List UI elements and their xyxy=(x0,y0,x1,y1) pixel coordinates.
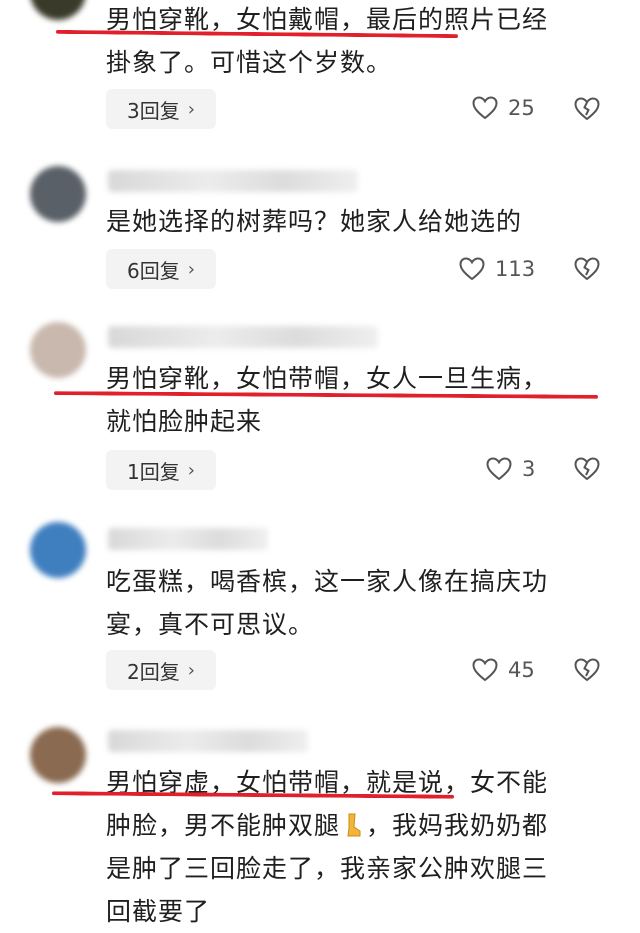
like-button[interactable]: 113 xyxy=(459,257,535,281)
broken-heart-icon xyxy=(574,257,600,281)
avatar[interactable] xyxy=(30,322,86,378)
like-count: 25 xyxy=(508,96,535,120)
dislike-button[interactable] xyxy=(574,257,600,285)
like-button[interactable]: 3 xyxy=(486,457,535,481)
heart-icon xyxy=(459,257,485,281)
comment-line: 肿脸，男不能肿双腿 ，我妈我奶奶都 xyxy=(106,804,616,847)
reply-button[interactable]: 3回复 › xyxy=(106,89,216,129)
chevron-right-icon: › xyxy=(187,258,195,280)
broken-heart-icon xyxy=(574,97,600,121)
dislike-button[interactable] xyxy=(574,658,600,686)
like-count: 113 xyxy=(495,257,536,281)
heart-icon xyxy=(472,658,498,682)
broken-heart-icon xyxy=(574,658,600,682)
comment-line: 回截要了 xyxy=(106,897,211,926)
like-count: 3 xyxy=(522,457,536,481)
chevron-right-icon: › xyxy=(187,459,195,481)
dislike-button[interactable] xyxy=(574,97,600,125)
reply-count: 3回复 xyxy=(127,98,180,123)
comment-text: 男怕穿靴，女怕戴帽，最后的照片已经 掛象了。可惜这个岁数。 xyxy=(106,5,549,77)
username-blurred xyxy=(108,730,308,752)
username-blurred xyxy=(108,170,358,192)
username-blurred xyxy=(108,326,378,348)
username-blurred xyxy=(108,528,268,550)
comment-text: 男怕穿靴，女怕带帽，女人一旦生病， 就怕脸肿起来 xyxy=(106,364,549,436)
comment-line: 是肿了三回脸走了，我亲家公肿欢腿三 xyxy=(106,854,549,883)
comment-text: 男怕穿虚，女怕带帽，就是说，女不能 肿脸，男不能肿双腿 ，我妈我奶奶都 是肿了三回… xyxy=(106,761,616,933)
heart-icon xyxy=(486,457,512,481)
avatar[interactable] xyxy=(30,727,86,783)
avatar[interactable] xyxy=(30,166,86,222)
reply-button[interactable]: 2回复 › xyxy=(106,650,216,690)
broken-heart-icon xyxy=(574,457,600,481)
avatar[interactable] xyxy=(30,522,86,578)
comment-line-part: ，我妈我奶奶都 xyxy=(366,811,549,840)
like-button[interactable]: 25 xyxy=(472,96,535,120)
comment-text: 是她选择的树葬吗？她家人给她选的 xyxy=(106,207,523,236)
comment-text: 吃蛋糕，喝香槟，这一家人像在搞庆功 宴，真不可思议。 xyxy=(106,567,549,639)
reply-button[interactable]: 1回复 › xyxy=(106,450,216,490)
dislike-button[interactable] xyxy=(574,457,600,485)
leg-emoji-icon xyxy=(347,813,361,837)
reply-button[interactable]: 6回复 › xyxy=(106,249,216,289)
reply-count: 1回复 xyxy=(127,459,180,484)
avatar[interactable] xyxy=(30,0,86,20)
reply-count: 2回复 xyxy=(127,659,180,684)
heart-icon xyxy=(472,96,498,120)
comment-line-part: 肿脸，男不能肿双腿 xyxy=(106,811,341,840)
chevron-right-icon: › xyxy=(187,98,195,120)
reply-count: 6回复 xyxy=(127,258,180,283)
like-count: 45 xyxy=(508,658,535,682)
chevron-right-icon: › xyxy=(187,659,195,681)
like-button[interactable]: 45 xyxy=(472,658,535,682)
